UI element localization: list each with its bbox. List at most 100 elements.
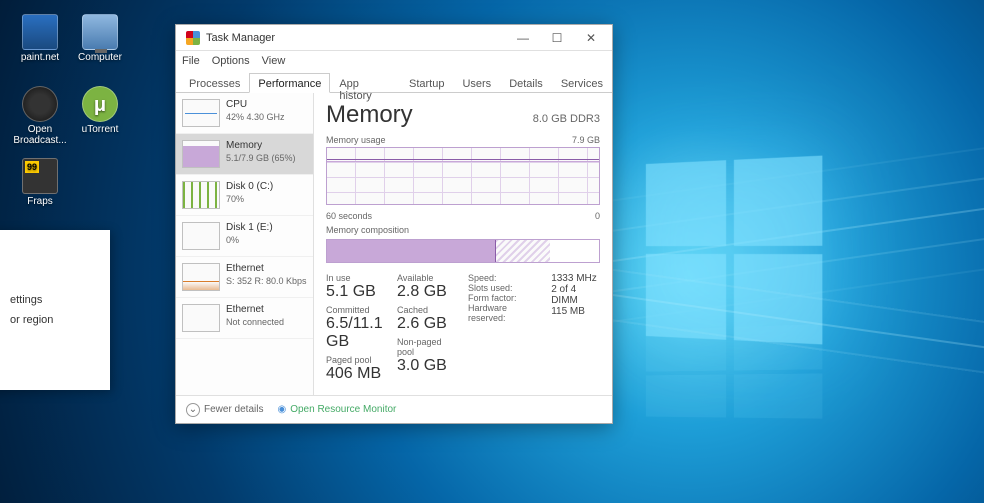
sidebar-item-label: CPU xyxy=(226,99,285,112)
desktop-icon-label: paint.net xyxy=(21,52,59,63)
detail-subtitle: 8.0 GB DDR3 xyxy=(533,113,600,125)
menu-file[interactable]: File xyxy=(182,55,200,67)
performance-sidebar: CPU42% 4.30 GHz Memory5.1/7.9 GB (65%) D… xyxy=(176,93,314,395)
obs-icon xyxy=(22,86,58,122)
sidebar-item-label: Memory xyxy=(226,140,296,153)
stat-value: DIMM xyxy=(551,295,600,306)
xaxis-left: 60 seconds xyxy=(326,211,372,221)
disk-thumb-icon xyxy=(182,181,220,209)
desktop-icon-label: uTorrent xyxy=(82,124,119,135)
memory-stats-grid: In use 5.1 GB Committed 6.5/11.1 GB Page… xyxy=(326,273,600,387)
sidebar-item-disk1[interactable]: Disk 1 (E:)0% xyxy=(176,216,313,257)
settings-window-partial[interactable]: ettings or region xyxy=(0,230,110,390)
task-manager-window: Task Manager — ☐ ✕ File Options View Pro… xyxy=(175,24,613,424)
menu-options[interactable]: Options xyxy=(212,55,250,67)
desktop-icon-computer[interactable]: Computer xyxy=(72,14,128,63)
tab-performance[interactable]: Performance xyxy=(249,73,330,93)
computer-icon xyxy=(82,14,118,50)
memory-thumb-icon xyxy=(182,140,220,168)
sidebar-item-ethernet-2[interactable]: EthernetNot connected xyxy=(176,298,313,339)
menubar: File Options View xyxy=(176,51,612,71)
desktop-icon-label: Open Broadcast... xyxy=(13,124,66,146)
close-button[interactable]: ✕ xyxy=(574,27,608,49)
graph-label-left: Memory usage xyxy=(326,135,386,145)
fraps-icon xyxy=(22,158,58,194)
footer: Fewer details Open Resource Monitor xyxy=(176,395,612,423)
detail-title: Memory xyxy=(326,101,413,129)
stat-label: Slots used: xyxy=(468,283,541,293)
maximize-button[interactable]: ☐ xyxy=(540,27,574,49)
ethernet-thumb-icon xyxy=(182,263,220,291)
sidebar-item-ethernet[interactable]: EthernetS: 352 R: 80.0 Kbps xyxy=(176,257,313,298)
sidebar-item-stat: Not connected xyxy=(226,317,284,328)
disk-thumb-icon xyxy=(182,222,220,250)
paintnet-icon xyxy=(22,14,58,50)
sidebar-item-stat: 70% xyxy=(226,194,273,205)
desktop-icon-paintnet[interactable]: paint.net xyxy=(12,14,68,63)
utorrent-icon xyxy=(82,86,118,122)
stat-label: Cached xyxy=(397,305,458,315)
composition-cached xyxy=(496,240,550,262)
stat-value: 1333 MHz xyxy=(551,273,600,284)
tab-app-history[interactable]: App history xyxy=(330,73,400,92)
stat-label: In use xyxy=(326,273,387,283)
task-manager-icon xyxy=(186,31,200,45)
stat-value: 5.1 GB xyxy=(326,283,387,301)
tab-details[interactable]: Details xyxy=(500,73,552,92)
stat-value: 2.8 GB xyxy=(397,283,458,301)
desktop-icon-label: Fraps xyxy=(27,196,53,207)
sidebar-item-label: Ethernet xyxy=(226,263,307,276)
settings-line: or region xyxy=(10,310,102,330)
performance-detail: Memory 8.0 GB DDR3 Memory usage 7.9 GB 6… xyxy=(314,93,612,395)
open-resource-monitor-link[interactable]: Open Resource Monitor xyxy=(277,404,396,415)
windows-logo-icon xyxy=(646,156,822,345)
desktop-icon-obs[interactable]: Open Broadcast... xyxy=(12,86,68,146)
sidebar-item-label: Ethernet xyxy=(226,304,284,317)
stat-label: Available xyxy=(397,273,458,283)
graph-label-right: 7.9 GB xyxy=(572,135,600,145)
stat-value: 3.0 GB xyxy=(397,357,458,375)
xaxis-right: 0 xyxy=(595,211,600,221)
sidebar-item-stat: 0% xyxy=(226,235,273,246)
ethernet-thumb-icon xyxy=(182,304,220,332)
sidebar-item-stat: S: 352 R: 80.0 Kbps xyxy=(226,276,307,287)
tab-services[interactable]: Services xyxy=(552,73,612,92)
sidebar-item-stat: 5.1/7.9 GB (65%) xyxy=(226,153,296,164)
stat-label: Speed: xyxy=(468,273,541,283)
settings-line: ettings xyxy=(10,290,102,310)
stat-label: Committed xyxy=(326,305,387,315)
stat-label: Non-paged pool xyxy=(397,337,458,357)
stat-value: 2 of 4 xyxy=(551,284,600,295)
tabstrip: Processes Performance App history Startu… xyxy=(176,71,612,93)
stat-value: 2.6 GB xyxy=(397,315,458,333)
sidebar-item-label: Disk 0 (C:) xyxy=(226,181,273,194)
stat-value: 6.5/11.1 GB xyxy=(326,315,387,351)
memory-usage-graph[interactable] xyxy=(326,147,600,205)
titlebar[interactable]: Task Manager — ☐ ✕ xyxy=(176,25,612,51)
sidebar-item-label: Disk 1 (E:) xyxy=(226,222,273,235)
tab-users[interactable]: Users xyxy=(453,73,500,92)
tab-processes[interactable]: Processes xyxy=(180,73,249,92)
desktop-icon-utorrent[interactable]: uTorrent xyxy=(72,86,128,135)
memory-composition-bar[interactable] xyxy=(326,239,600,263)
stat-label: Hardware reserved: xyxy=(468,303,541,323)
desktop-icon-fraps[interactable]: Fraps xyxy=(12,158,68,207)
stat-label: Paged pool xyxy=(326,355,387,365)
desktop-icon-label: Computer xyxy=(78,52,122,63)
sidebar-item-cpu[interactable]: CPU42% 4.30 GHz xyxy=(176,93,313,134)
window-title: Task Manager xyxy=(206,32,506,44)
sidebar-item-disk0[interactable]: Disk 0 (C:)70% xyxy=(176,175,313,216)
minimize-button[interactable]: — xyxy=(506,27,540,49)
tab-startup[interactable]: Startup xyxy=(400,73,453,92)
menu-view[interactable]: View xyxy=(262,55,286,67)
stat-value: 406 MB xyxy=(326,365,387,383)
composition-label: Memory composition xyxy=(326,225,600,235)
composition-free xyxy=(550,240,599,262)
stat-value: 115 MB xyxy=(551,306,600,317)
cpu-thumb-icon xyxy=(182,99,220,127)
stat-label: Form factor: xyxy=(468,293,541,303)
fewer-details-button[interactable]: Fewer details xyxy=(186,403,263,417)
composition-inuse xyxy=(327,240,496,262)
sidebar-item-memory[interactable]: Memory5.1/7.9 GB (65%) xyxy=(176,134,313,175)
sidebar-item-stat: 42% 4.30 GHz xyxy=(226,112,285,123)
